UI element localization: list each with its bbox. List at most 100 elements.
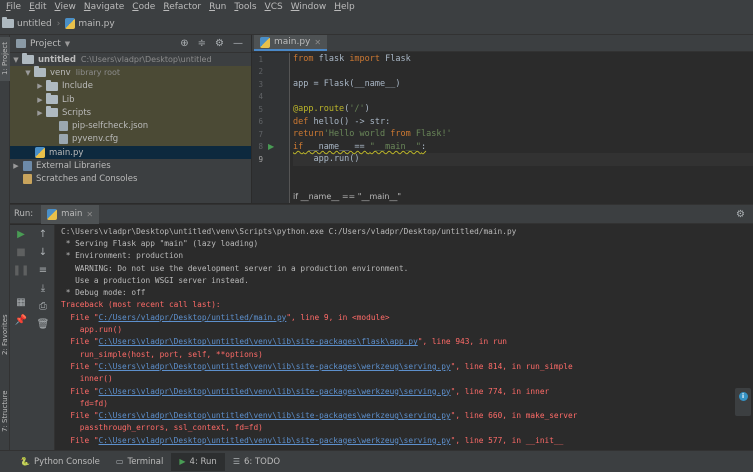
trash-icon[interactable]: 🗑 xyxy=(34,315,52,333)
chevron-right-icon[interactable]: ▶ xyxy=(12,162,20,170)
run-tab-main[interactable]: main ✕ xyxy=(41,204,100,224)
pin-icon[interactable]: 📌 xyxy=(12,311,30,329)
stop-icon[interactable]: ■ xyxy=(12,243,30,261)
console-text: File " xyxy=(61,386,99,396)
tool-python-console[interactable]: 🐍 Python Console xyxy=(12,453,108,471)
console-text: File " xyxy=(61,312,99,322)
close-icon[interactable]: ✕ xyxy=(86,210,93,219)
tool-4-run[interactable]: ▶ 4: Run xyxy=(171,452,225,471)
code-line[interactable]: return 'Hello world from Flask!' xyxy=(293,128,753,141)
project-panel-title[interactable]: Project xyxy=(30,39,61,49)
console-line: Use a production WSGI server instead. xyxy=(61,275,249,285)
tree-item-label: venv xyxy=(50,67,71,78)
chevron-right-icon[interactable]: ▶ xyxy=(36,109,44,117)
code-line[interactable]: def hello() -> str: xyxy=(293,116,753,129)
console-file-link[interactable]: C:/Users/vladpr/Desktop/untitled/main.py xyxy=(99,313,287,322)
code-line[interactable]: app.run() xyxy=(293,153,753,166)
menu-help[interactable]: Help xyxy=(330,2,359,12)
arrow-down-icon[interactable]: ↓ xyxy=(34,243,52,261)
tab-structure[interactable]: 7: Structure xyxy=(0,380,10,442)
folder-icon xyxy=(2,17,14,28)
gear-icon[interactable]: ⚙ xyxy=(215,38,224,49)
menu-edit[interactable]: Edit xyxy=(25,2,50,12)
menu-window[interactable]: Window xyxy=(287,2,331,12)
code-line[interactable] xyxy=(293,66,753,79)
tool-6-todo[interactable]: ☰ 6: TODO xyxy=(225,453,288,471)
scroll-to-end-icon[interactable]: ⤓ xyxy=(34,279,52,297)
menu-file[interactable]: File xyxy=(2,2,25,12)
line-number: 4 xyxy=(258,92,263,102)
project-panel: Project ▼ ⊕ ≑ ⚙ — ▼ untitled C:\Users\vlad… xyxy=(10,35,252,203)
chevron-right-icon[interactable]: ▶ xyxy=(36,82,44,90)
tree-item-scratches-and-consoles[interactable]: Scratches and Consoles xyxy=(10,173,251,186)
console-file-link[interactable]: C:\Users\vladpr\Desktop\untitled\venv\li… xyxy=(99,337,418,346)
tree-item-label: pyvenv.cfg xyxy=(72,134,119,145)
tree-item-pyvenv-cfg[interactable]: pyvenv.cfg xyxy=(10,132,251,147)
chevron-down-icon[interactable]: ▼ xyxy=(65,40,70,48)
menu-run[interactable]: Run xyxy=(205,2,230,12)
console-file-link[interactable]: C:\Users\vladpr\Desktop\untitled\venv\li… xyxy=(99,387,451,396)
tool-terminal[interactable]: ▭ Terminal xyxy=(108,453,171,471)
console-file-link[interactable]: C:\Users\vladpr\Desktop\untitled\venv\li… xyxy=(99,436,451,445)
soft-wrap-icon[interactable]: ≡ xyxy=(34,261,52,279)
tree-item-untitled[interactable]: ▼ untitled C:\Users\vladpr\Desktop\untitle… xyxy=(10,53,251,66)
menu-code[interactable]: Code xyxy=(128,2,159,12)
tab-project[interactable]: 1: Project xyxy=(0,37,10,81)
menu-navigate[interactable]: Navigate xyxy=(80,2,128,12)
close-icon[interactable]: ✕ xyxy=(314,38,321,47)
python-console-icon: 🐍 xyxy=(20,457,30,466)
code-line[interactable] xyxy=(293,91,753,104)
tree-item-hint: library root xyxy=(75,68,121,78)
tree-item-scripts[interactable]: ▶ Scripts xyxy=(10,106,251,120)
file-icon xyxy=(59,134,68,145)
breadcrumb-project[interactable]: untitled xyxy=(2,17,52,29)
tree-item-include[interactable]: ▶ Include xyxy=(10,79,251,93)
tab-favorites[interactable]: 2: Favorites xyxy=(0,305,10,365)
code-line[interactable]: app = Flask(__name__) xyxy=(293,78,753,91)
run-toolbar: ▶ ■ ❚❚ ▦ 📌 ↑ ↓ ≡ ⤓ ⎙ 🗑 xyxy=(10,225,55,451)
chevron-right-icon[interactable]: ▶ xyxy=(36,96,44,104)
tool-label: 6: TODO xyxy=(243,456,281,467)
code-line[interactable]: if __name__ == "__main__": xyxy=(293,141,753,154)
hide-icon[interactable]: — xyxy=(233,38,243,49)
left-tool-strip: 1: Project 2: Favorites 7: Structure xyxy=(0,35,10,450)
menu-view[interactable]: View xyxy=(51,2,80,12)
rerun-icon[interactable]: ▶ xyxy=(12,225,30,243)
code-area[interactable]: from flask import Flask app = Flask(__na… xyxy=(293,53,753,166)
gear-icon[interactable]: ⚙ xyxy=(736,209,745,220)
tree-item-external-libraries[interactable]: ▶ External Libraries xyxy=(10,159,251,172)
console-file-link[interactable]: C:\Users\vladpr\Desktop\untitled\venv\li… xyxy=(99,411,451,420)
event-notification[interactable]: i xyxy=(735,388,751,416)
tree-item-venv[interactable]: ▼ venv library root xyxy=(10,66,251,80)
tool-label: Terminal xyxy=(127,456,164,467)
layout-icon[interactable]: ▦ xyxy=(12,293,30,311)
editor-tab-main[interactable]: main.py ✕ xyxy=(254,35,328,51)
chevron-down-icon[interactable]: ▼ xyxy=(12,56,20,64)
tree-item-pip-selfcheck-json[interactable]: pip-selfcheck.json xyxy=(10,119,251,133)
tree-item-main-py[interactable]: main.py xyxy=(10,146,251,160)
code-breadcrumb[interactable]: if __name__ == "__main__" xyxy=(293,190,401,203)
editor-tabs: main.py ✕ xyxy=(252,35,753,52)
locate-icon[interactable]: ⊕ xyxy=(180,38,188,49)
tool-label: Python Console xyxy=(33,456,100,467)
file-icon xyxy=(59,121,68,132)
menu-tools[interactable]: Tools xyxy=(230,2,260,12)
code-line[interactable]: @app.route('/') xyxy=(293,103,753,116)
console-text: File " xyxy=(61,337,99,347)
python-file-icon xyxy=(65,18,76,29)
menu-refactor[interactable]: Refactor xyxy=(159,2,205,12)
collapse-all-icon[interactable]: ≑ xyxy=(198,38,206,49)
run-gutter-icon[interactable]: ▶ xyxy=(268,142,274,151)
arrow-up-icon[interactable]: ↑ xyxy=(34,225,52,243)
tree-item-label: External Libraries xyxy=(36,161,111,172)
tree-item-lib[interactable]: ▶ Lib xyxy=(10,92,251,107)
todo-icon: ☰ xyxy=(232,457,240,466)
menu-vcs[interactable]: VCS xyxy=(261,2,287,12)
code-line[interactable]: from flask import Flask xyxy=(293,53,753,66)
console-output[interactable]: C:\Users\vladpr\Desktop\untitled\venv\Sc… xyxy=(61,225,751,451)
breadcrumb-file[interactable]: main.py xyxy=(65,18,115,29)
chevron-down-icon[interactable]: ▼ xyxy=(24,69,32,77)
print-icon[interactable]: ⎙ xyxy=(34,297,52,315)
suspend-icon[interactable]: ❚❚ xyxy=(12,261,30,279)
console-file-link[interactable]: C:\Users\vladpr\Desktop\untitled\venv\li… xyxy=(99,362,451,371)
